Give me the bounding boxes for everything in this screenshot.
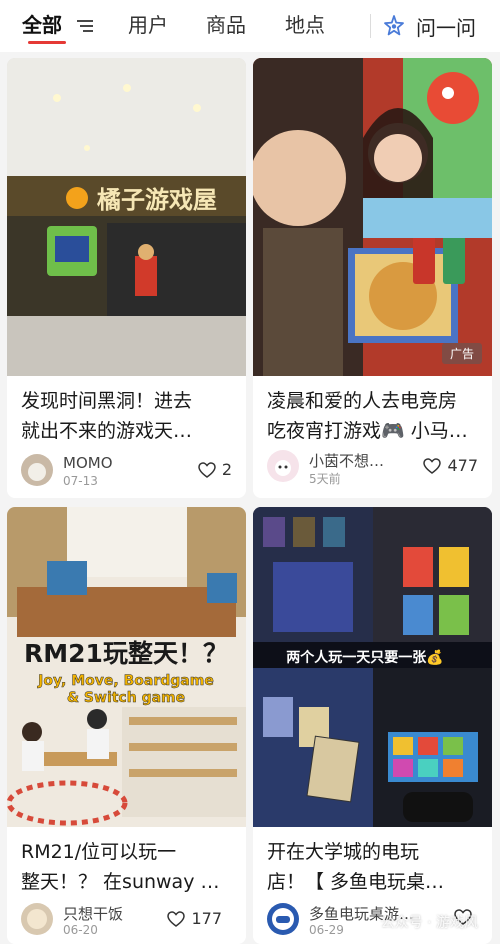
active-tab-underline: [28, 41, 66, 44]
watermark-text: 公众号 · 游戏风: [380, 915, 478, 931]
ad-tag: 广告: [441, 343, 482, 364]
thumb-caption-1: Joy, Move, Boardgame: [37, 673, 214, 689]
post-thumbnail[interactable]: 两个人玩一天只要一张💰: [253, 507, 492, 827]
thumb-headline: 两个人玩一天只要一张💰: [286, 649, 443, 666]
tab-all[interactable]: 全部: [22, 10, 62, 40]
filter-lines-icon[interactable]: [76, 18, 94, 34]
like-button[interactable]: 477: [423, 456, 478, 475]
avatar[interactable]: [267, 903, 299, 935]
post-title[interactable]: 发现时间黑洞！进去 就出不来的游戏天…: [21, 386, 236, 446]
author-name[interactable]: 只想干饭: [63, 903, 123, 924]
post-title[interactable]: RM21/位可以玩一 整天！？ 在sunway …: [21, 837, 236, 897]
post-card[interactable]: RM21玩整天！？ Joy, Move, Boardgame & Switch …: [7, 507, 246, 944]
avatar[interactable]: [21, 903, 53, 935]
post-title[interactable]: 凌晨和爱的人去电竞房 吃夜宵打游戏🎮 小马…: [267, 386, 482, 446]
avatar[interactable]: [267, 450, 299, 482]
post-meta: MOMO 07-13 2: [21, 454, 236, 494]
post-thumbnail[interactable]: 广告: [253, 58, 492, 376]
like-button[interactable]: 177: [167, 909, 222, 928]
heart-outline-icon: [423, 457, 442, 474]
tab-places[interactable]: 地点: [285, 10, 325, 40]
post-meta: 只想干饭 06-20 177: [21, 903, 236, 943]
heart-outline-icon: [167, 910, 186, 927]
like-button[interactable]: 2: [198, 460, 232, 479]
post-thumbnail[interactable]: RM21玩整天！？ Joy, Move, Boardgame & Switch …: [7, 507, 246, 827]
post-date: 06-29: [309, 923, 344, 937]
thumb-sign-text: 橘子游戏屋: [97, 186, 217, 214]
avatar[interactable]: [21, 454, 53, 486]
post-thumbnail[interactable]: 橘子游戏屋: [7, 58, 246, 376]
post-date: 07-13: [63, 474, 98, 488]
author-name[interactable]: 小茵不想…: [309, 450, 384, 471]
heart-outline-icon: [198, 461, 216, 478]
sparkle-star-icon: [384, 15, 404, 36]
post-card[interactable]: 广告 凌晨和爱的人去电竞房 吃夜宵打游戏🎮 小马… 小茵不想… 5天前 477: [253, 58, 492, 498]
post-title[interactable]: 开在大学城的电玩 店！【 多鱼电玩桌…: [267, 837, 482, 897]
ask-button[interactable]: 问一问: [382, 10, 476, 42]
author-name[interactable]: MOMO: [63, 454, 113, 472]
post-date: 06-20: [63, 923, 98, 937]
ask-label: 问一问: [416, 15, 476, 40]
top-tab-bar: 全部 用户 商品 地点 问一问: [0, 0, 500, 52]
post-card[interactable]: 橘子游戏屋 发现时间黑洞！进去 就出不来的游戏天… MOMO 07-13 2: [7, 58, 246, 498]
post-date: 5天前: [309, 472, 341, 486]
tab-products[interactable]: 商品: [206, 10, 246, 40]
post-card[interactable]: 两个人玩一天只要一张💰 开在大学城的电玩 店！【 多鱼电玩桌… 多鱼电玩桌游… …: [253, 507, 492, 944]
thumb-caption-2: & Switch game: [67, 690, 185, 706]
like-count: 2: [221, 460, 232, 479]
thumb-headline: RM21玩整天！？: [24, 639, 228, 668]
watermark: 公众号 · 游戏风: [381, 912, 478, 932]
divider: [370, 14, 371, 38]
post-meta: 小茵不想… 5天前 477: [267, 448, 482, 488]
tab-users[interactable]: 用户: [128, 10, 168, 40]
like-count: 477: [447, 456, 478, 475]
like-count: 177: [191, 909, 222, 928]
